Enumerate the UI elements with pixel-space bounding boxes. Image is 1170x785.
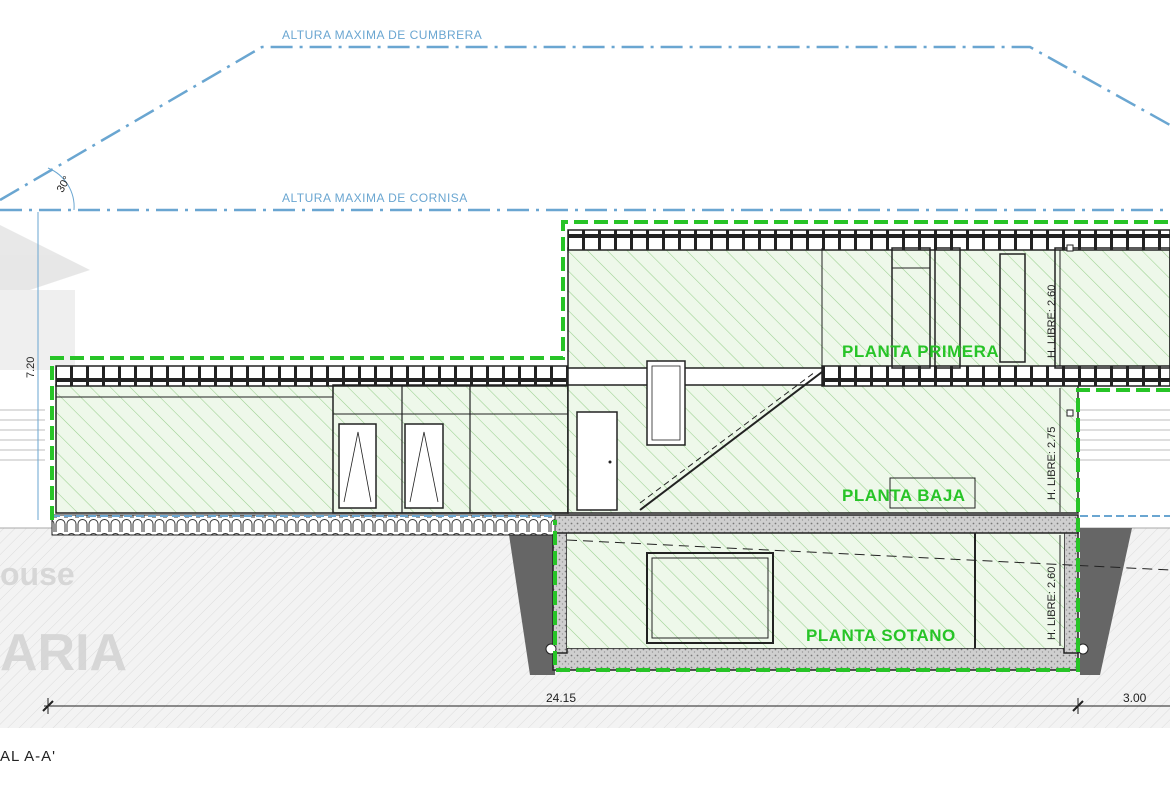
label-planta-primera: PLANTA PRIMERA bbox=[842, 342, 999, 361]
low-wing-space bbox=[55, 384, 569, 514]
limit-line-cumbrera bbox=[0, 45, 1170, 202]
label-altura-cornisa: ALTURA MAXIMA DE CORNISA bbox=[282, 191, 468, 205]
first-floor-slab bbox=[821, 365, 1170, 387]
section-drawing: ouse ARIA ALTURA MAXIMA DE CUMBRERA ALTU… bbox=[0, 28, 1170, 728]
label-planta-sotano: PLANTA SOTANO bbox=[806, 626, 956, 645]
window-left-1 bbox=[338, 423, 377, 509]
svg-text:ARIA: ARIA bbox=[0, 624, 127, 682]
ground-floor-slab bbox=[51, 514, 556, 536]
basement-wall-right bbox=[1063, 527, 1079, 654]
top-roof bbox=[567, 229, 1170, 251]
label-libre-primera: H. LIBRE: 2.60 bbox=[1046, 285, 1058, 358]
window-left-2 bbox=[404, 423, 444, 509]
section-title: AL A-A' bbox=[0, 748, 56, 765]
label-planta-baja: PLANTA BAJA bbox=[842, 486, 966, 505]
label-dim-right: 3.00 bbox=[1123, 691, 1147, 705]
label-libre-baja: H. LIBRE: 2.75 bbox=[1046, 427, 1058, 500]
low-wing-roof bbox=[55, 365, 569, 387]
ground-floor-space bbox=[567, 384, 1079, 514]
basement-slab bbox=[552, 647, 1079, 671]
label-dim-main: 24.15 bbox=[546, 691, 576, 705]
svg-text:ouse: ouse bbox=[0, 556, 75, 592]
label-height-left: 7.20 bbox=[25, 357, 37, 378]
basement-ceiling bbox=[552, 514, 1079, 534]
label-altura-cumbrera: ALTURA MAXIMA DE CUMBRERA bbox=[282, 28, 482, 42]
window-first-floor bbox=[646, 360, 686, 446]
label-libre-sotano: H. LIBRE: 2.60 bbox=[1046, 567, 1058, 640]
label-angle: 30° bbox=[55, 174, 74, 194]
